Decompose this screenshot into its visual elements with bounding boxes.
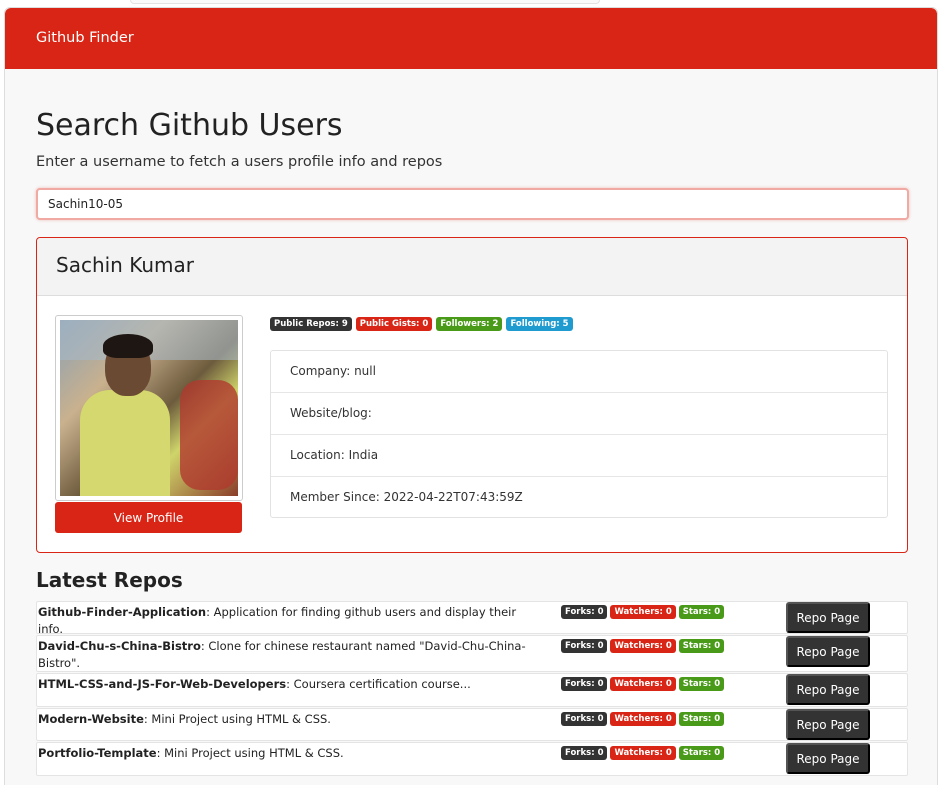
repo-row: Portfolio-Template: Mini Project using H… <box>36 742 908 776</box>
avatar-frame <box>55 315 243 501</box>
repo-name-link[interactable]: Modern-Website <box>38 712 144 726</box>
watchers-badge: Watchers: 0 <box>610 746 676 760</box>
repo-name-link[interactable]: Github-Finder-Application <box>38 605 206 619</box>
stars-badge: Stars: 0 <box>678 677 725 691</box>
repo-description: Github-Finder-Application: Application f… <box>37 602 537 638</box>
followers-badge: Followers: 2 <box>436 317 503 331</box>
view-profile-button[interactable]: View Profile <box>55 502 242 533</box>
scroll-edge <box>130 0 600 4</box>
repo-name-link[interactable]: HTML-CSS-and-JS-For-Web-Developers <box>38 677 286 691</box>
public-repos-badge: Public Repos: 9 <box>270 317 352 331</box>
latest-repos-title: Latest Repos <box>36 568 183 592</box>
stars-badge: Stars: 0 <box>678 746 725 760</box>
watchers-badge: Watchers: 0 <box>610 605 676 619</box>
profile-name: Sachin Kumar <box>37 238 907 296</box>
forks-badge: Forks: 0 <box>561 677 608 691</box>
company-item: Company: null <box>271 351 887 393</box>
page-title: Search Github Users <box>36 108 343 143</box>
repo-badges: Forks: 0 Watchers: 0 Stars: 0 <box>561 605 725 619</box>
repo-row: David-Chu-s-China-Bistro: Clone for chin… <box>36 635 908 672</box>
stars-badge: Stars: 0 <box>678 605 725 619</box>
stars-badge: Stars: 0 <box>678 639 725 653</box>
repo-desc-text: : Mini Project using HTML & CSS. <box>143 712 331 726</box>
repo-page-button[interactable]: Repo Page <box>786 602 870 633</box>
repo-description: Modern-Website: Mini Project using HTML … <box>37 709 537 728</box>
watchers-badge: Watchers: 0 <box>610 639 676 653</box>
repo-row: Github-Finder-Application: Application f… <box>36 601 908 636</box>
website-item: Website/blog: <box>271 393 887 435</box>
forks-badge: Forks: 0 <box>561 746 608 760</box>
member-since-item: Member Since: 2022-04-22T07:43:59Z <box>290 490 523 504</box>
repo-row: Modern-Website: Mini Project using HTML … <box>36 708 908 741</box>
watchers-badge: Watchers: 0 <box>610 677 676 691</box>
navbar-brand[interactable]: Github Finder <box>36 30 134 46</box>
profile-badges: Public Repos: 9 Public Gists: 0 Follower… <box>270 317 573 331</box>
profile-details-list: Company: null Website/blog: Location: In… <box>270 350 888 518</box>
repo-page-button[interactable]: Repo Page <box>786 743 870 774</box>
watchers-badge: Watchers: 0 <box>610 712 676 726</box>
repo-page-button[interactable]: Repo Page <box>786 709 870 740</box>
repo-badges: Forks: 0 Watchers: 0 Stars: 0 <box>561 677 725 691</box>
forks-badge: Forks: 0 <box>561 605 608 619</box>
app-page: Github Finder Search Github Users Enter … <box>4 7 938 785</box>
search-input[interactable] <box>36 188 909 220</box>
repo-description: Portfolio-Template: Mini Project using H… <box>37 743 537 762</box>
repo-row: HTML-CSS-and-JS-For-Web-Developers: Cour… <box>36 673 908 707</box>
public-gists-badge: Public Gists: 0 <box>355 317 433 331</box>
repo-badges: Forks: 0 Watchers: 0 Stars: 0 <box>561 639 725 653</box>
forks-badge: Forks: 0 <box>561 639 608 653</box>
following-badge: Following: 5 <box>506 317 573 331</box>
repo-name-link[interactable]: Portfolio-Template <box>38 746 157 760</box>
repo-page-button[interactable]: Repo Page <box>786 674 870 705</box>
profile-card: Sachin Kumar View Profile Public Repos: … <box>36 237 908 553</box>
repo-page-button[interactable]: Repo Page <box>786 636 870 667</box>
location-item: Location: India <box>271 435 887 477</box>
repo-description: David-Chu-s-China-Bistro: Clone for chin… <box>37 636 537 672</box>
repo-description: HTML-CSS-and-JS-For-Web-Developers: Cour… <box>37 674 537 693</box>
stars-badge: Stars: 0 <box>678 712 725 726</box>
repo-badges: Forks: 0 Watchers: 0 Stars: 0 <box>561 746 725 760</box>
repo-name-link[interactable]: David-Chu-s-China-Bistro <box>38 639 201 653</box>
navbar: Github Finder <box>5 8 937 69</box>
repo-badges: Forks: 0 Watchers: 0 Stars: 0 <box>561 712 725 726</box>
avatar <box>60 320 238 496</box>
repo-desc-text: : Mini Project using HTML & CSS. <box>156 746 344 760</box>
forks-badge: Forks: 0 <box>561 712 608 726</box>
repo-desc-text: : Coursera certification course... <box>286 677 471 691</box>
repos-list: Github-Finder-Application: Application f… <box>36 601 908 777</box>
page-subtitle: Enter a username to fetch a users profil… <box>36 154 443 170</box>
